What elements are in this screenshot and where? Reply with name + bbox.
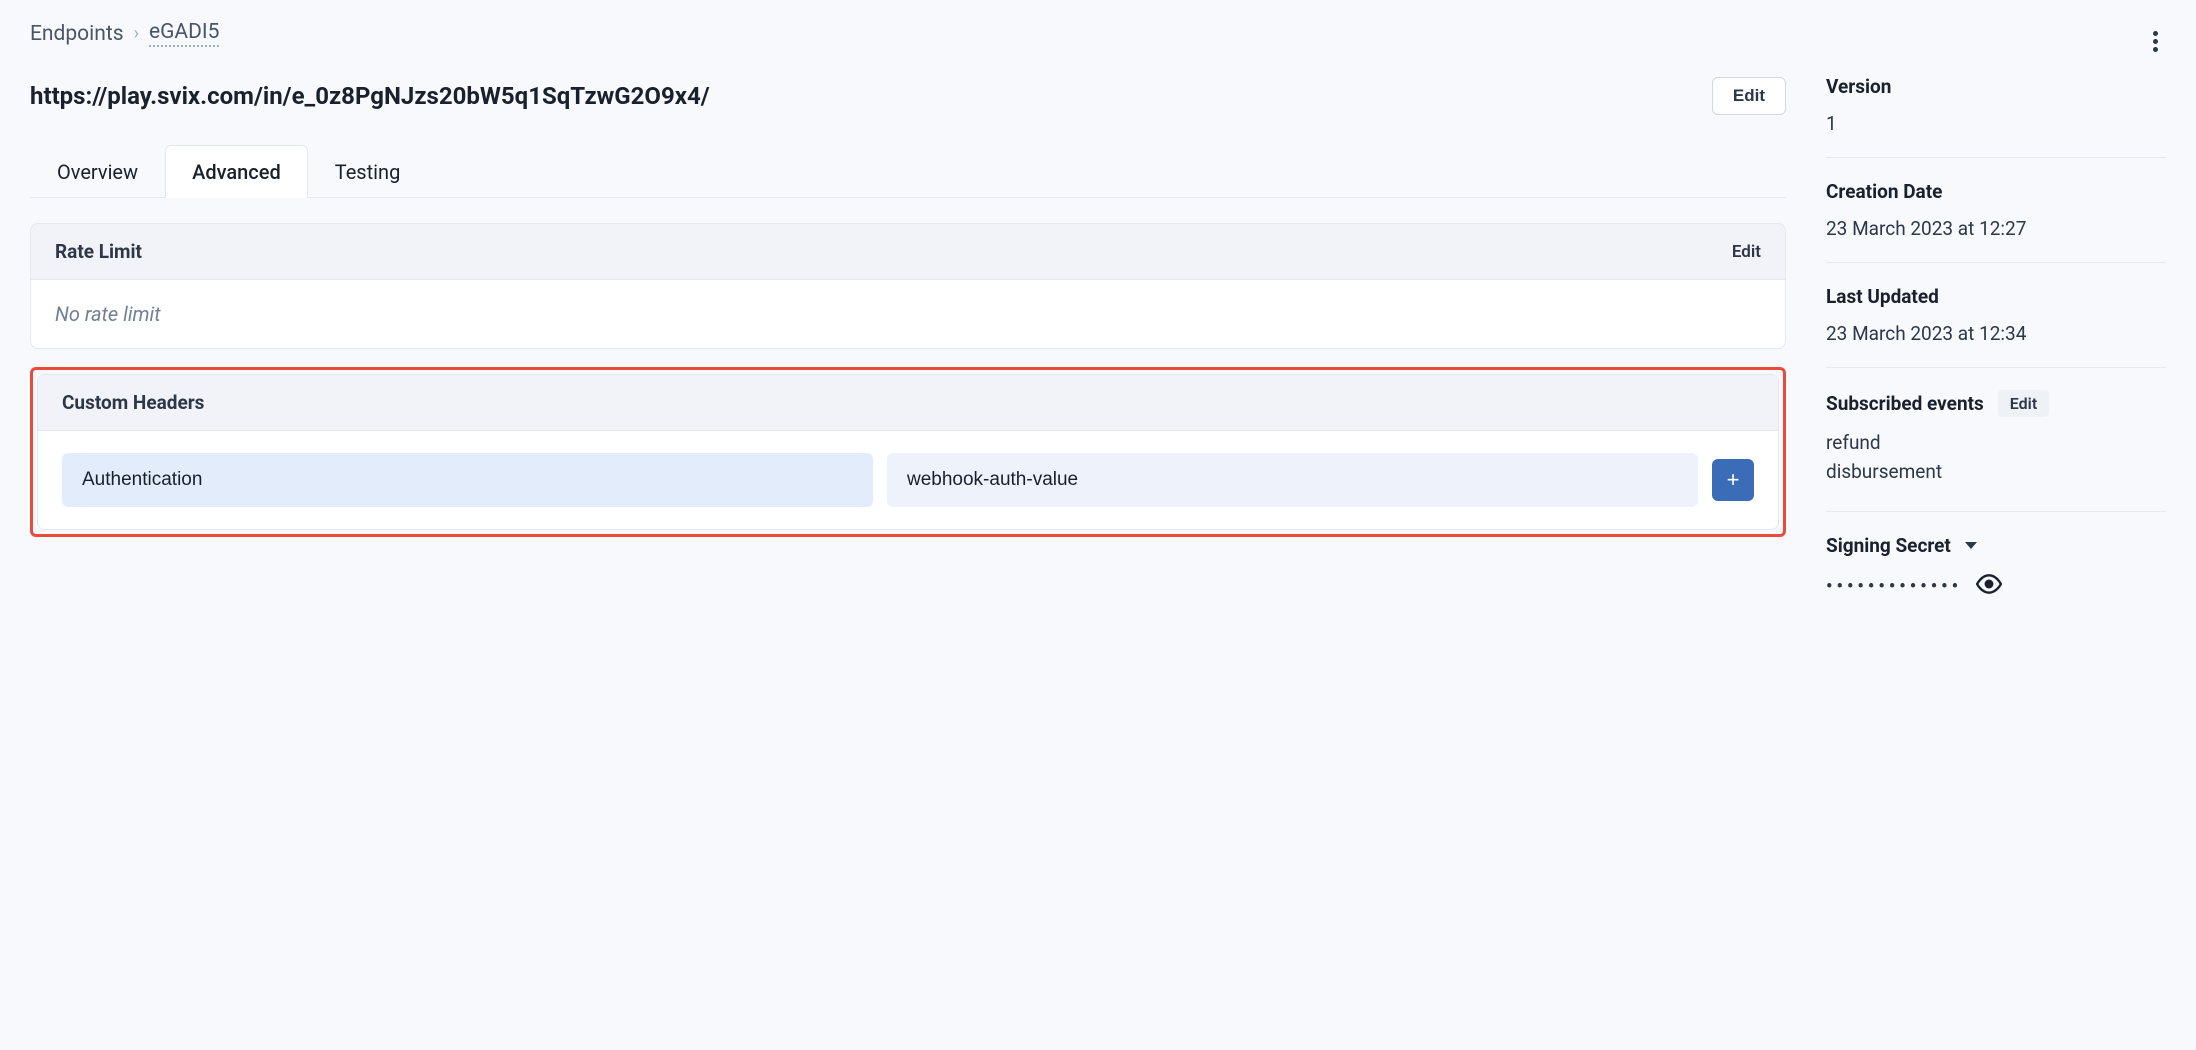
breadcrumb-current: eGADI5 — [149, 20, 219, 47]
custom-headers-title: Custom Headers — [62, 391, 204, 414]
event-item: disbursement — [1826, 460, 2166, 483]
chevron-down-icon[interactable] — [1965, 542, 1977, 549]
version-value: 1 — [1826, 112, 2166, 135]
rate-limit-value: No rate limit — [31, 280, 1785, 348]
breadcrumb-root[interactable]: Endpoints — [30, 22, 124, 46]
creation-date-value: 23 March 2023 at 12:27 — [1826, 217, 2166, 240]
signing-secret-masked: ••••••••••••• — [1826, 576, 1962, 597]
subscribed-events-edit-button[interactable]: Edit — [1998, 390, 2049, 417]
last-updated-value: 23 March 2023 at 12:34 — [1826, 322, 2166, 345]
rate-limit-card: Rate Limit Edit No rate limit — [30, 223, 1786, 349]
last-updated-label: Last Updated — [1826, 285, 2166, 308]
chevron-right-icon: › — [134, 23, 139, 44]
tab-advanced[interactable]: Advanced — [165, 145, 308, 198]
event-item: refund — [1826, 431, 2166, 454]
rate-limit-edit-button[interactable]: Edit — [1732, 242, 1761, 262]
version-label: Version — [1826, 75, 2166, 98]
page-title: https://play.svix.com/in/e_0z8PgNJzs20bW… — [30, 82, 710, 110]
signing-secret-label: Signing Secret — [1826, 534, 1951, 557]
rate-limit-title: Rate Limit — [55, 240, 142, 263]
more-menu-icon[interactable] — [2145, 20, 2166, 63]
tabs: Overview Advanced Testing — [30, 145, 1786, 198]
add-header-button[interactable]: + — [1712, 459, 1754, 501]
subscribed-events-label: Subscribed events — [1826, 392, 1984, 415]
header-key-input[interactable] — [62, 453, 873, 507]
custom-headers-highlight: Custom Headers + — [30, 367, 1786, 537]
tab-testing[interactable]: Testing — [308, 145, 428, 198]
tab-overview[interactable]: Overview — [30, 145, 165, 198]
eye-icon[interactable] — [1976, 571, 2002, 601]
edit-endpoint-button[interactable]: Edit — [1712, 77, 1786, 115]
creation-date-label: Creation Date — [1826, 180, 2166, 203]
breadcrumb: Endpoints › eGADI5 — [30, 20, 1786, 47]
header-value-input[interactable] — [887, 453, 1698, 507]
custom-headers-card: Custom Headers + — [37, 374, 1779, 530]
